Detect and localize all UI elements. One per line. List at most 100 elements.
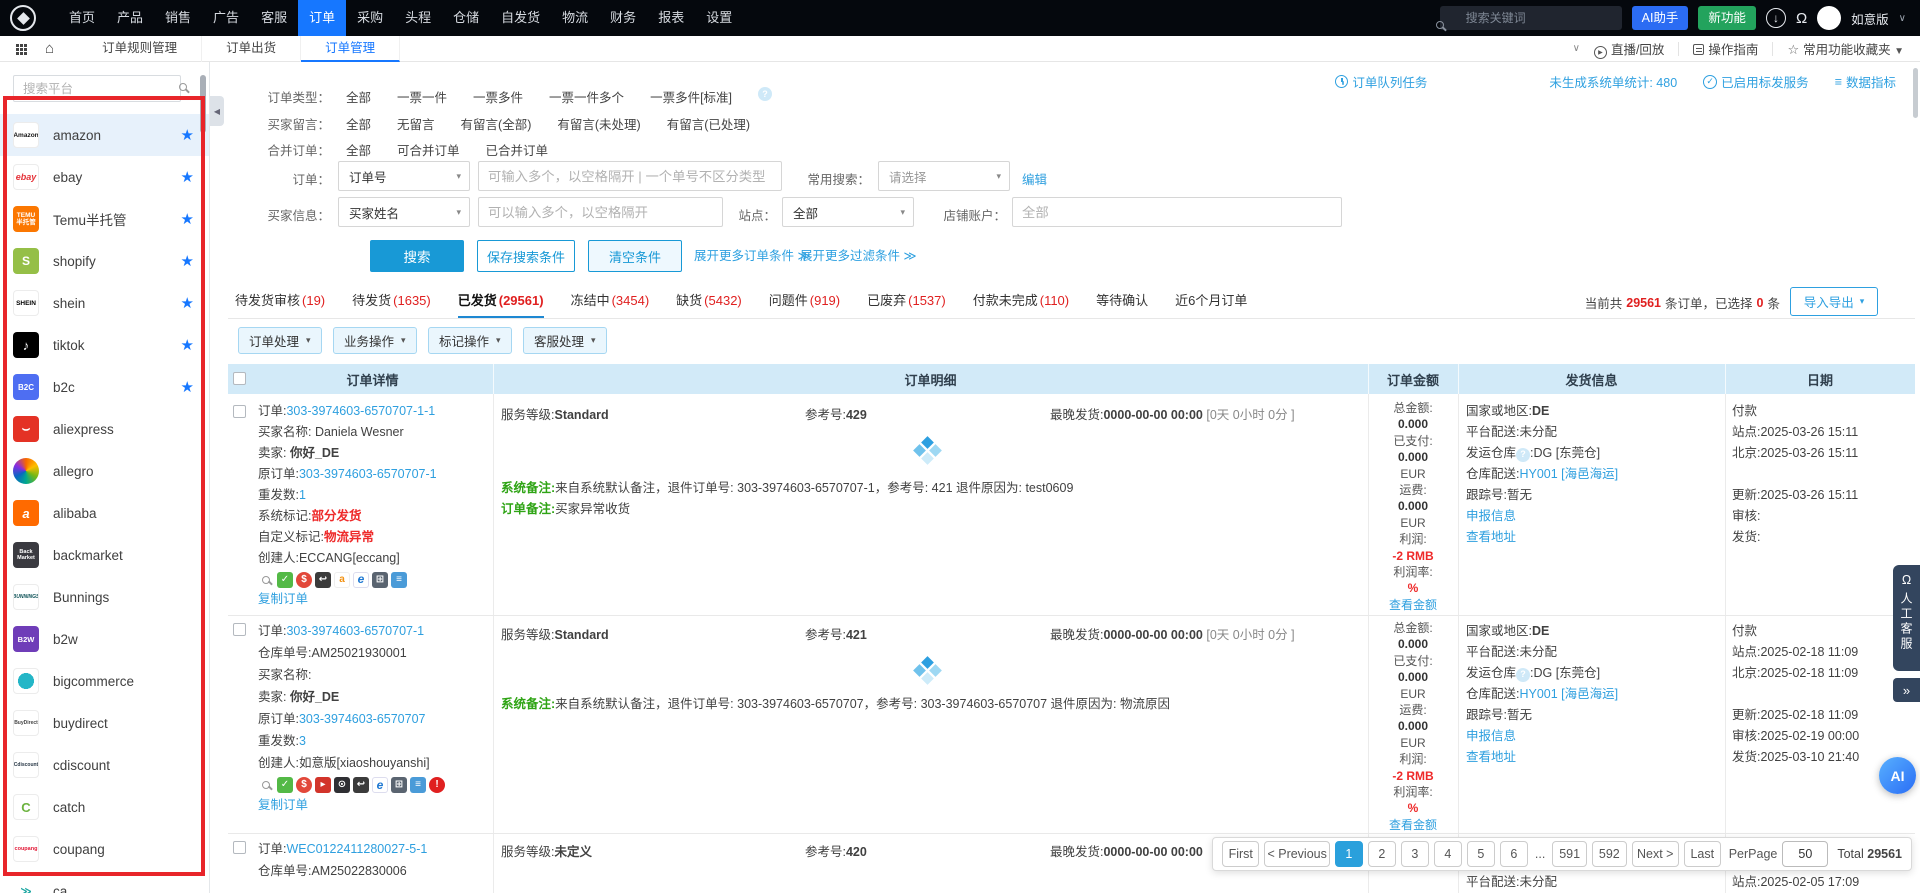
- filter-option[interactable]: 全部: [346, 140, 371, 159]
- site-select[interactable]: 全部▾: [782, 197, 914, 227]
- tab-order-shipping[interactable]: 订单出货: [202, 36, 301, 62]
- page-prev-button[interactable]: < Previous: [1264, 841, 1329, 867]
- perpage-input[interactable]: [1782, 841, 1828, 867]
- menu-item-product[interactable]: 产品: [106, 0, 154, 36]
- cart-icon[interactable]: ✓: [277, 777, 293, 793]
- view-amount-link[interactable]: 查看金额: [1389, 598, 1437, 612]
- erp-channel-icon[interactable]: e: [353, 572, 369, 588]
- edition-label[interactable]: 如意版: [1851, 9, 1889, 28]
- buyer-field-select[interactable]: 买家姓名▾: [338, 197, 470, 227]
- document-icon[interactable]: ≡: [410, 777, 426, 793]
- help-icon[interactable]: ?: [758, 87, 772, 101]
- ai-float-button[interactable]: AI: [1879, 757, 1916, 794]
- platform-item-coupang[interactable]: coupangcoupang: [0, 828, 210, 870]
- order-no-link[interactable]: WEC0122411280027-5-1: [286, 842, 427, 856]
- platform-item-b2c[interactable]: B2Cb2c★: [0, 366, 210, 408]
- menu-item-settings[interactable]: 设置: [695, 0, 743, 36]
- page-number-button[interactable]: 6: [1500, 841, 1528, 867]
- platform-item-ebay[interactable]: ebayebay★: [0, 156, 210, 198]
- import-export-button[interactable]: 导入导出▾: [1790, 287, 1878, 316]
- buyer-info-input[interactable]: [478, 197, 723, 227]
- tab-discarded[interactable]: 已废弃(1537): [867, 290, 946, 309]
- page-last-button[interactable]: Last: [1684, 841, 1721, 867]
- return-parcel-icon[interactable]: ↩: [315, 572, 331, 588]
- download-icon[interactable]: ↓: [1766, 8, 1786, 28]
- sidebar-collapse-handle[interactable]: ◀: [210, 96, 224, 126]
- platform-item-amazon[interactable]: Amazonamazon★: [0, 114, 210, 156]
- page-next-button[interactable]: Next >: [1632, 841, 1679, 867]
- menu-item-logistics[interactable]: 物流: [551, 0, 599, 36]
- sidebar-scrollbar[interactable]: [200, 75, 206, 133]
- view-address-link[interactable]: 查看地址: [1466, 530, 1516, 544]
- menu-item-selfship[interactable]: 自发货: [490, 0, 551, 36]
- app-logo[interactable]: [10, 5, 36, 31]
- declare-info-link[interactable]: 申报信息: [1466, 729, 1516, 743]
- tab-shipped[interactable]: 已发货(29561): [458, 290, 544, 309]
- platform-item-catch[interactable]: Ccatch: [0, 786, 210, 828]
- main-scrollbar[interactable]: [1913, 68, 1918, 118]
- sku-grid-icon[interactable]: ⊞: [391, 777, 407, 793]
- amazon-channel-icon[interactable]: a: [334, 572, 350, 588]
- expand-panel-button[interactable]: »: [1893, 678, 1920, 702]
- menu-item-sales[interactable]: 销售: [154, 0, 202, 36]
- menu-item-reports[interactable]: 报表: [647, 0, 695, 36]
- cart-icon[interactable]: ✓: [277, 572, 293, 588]
- platform-search-input[interactable]: [13, 75, 181, 102]
- money-bag-icon[interactable]: $: [296, 572, 312, 588]
- original-order-link[interactable]: 303-3974603-6570707: [299, 712, 426, 726]
- filter-option[interactable]: 一票一件: [397, 87, 447, 106]
- tab-frozen[interactable]: 冻结中(3454): [571, 290, 650, 309]
- page-number-button[interactable]: 5: [1467, 841, 1495, 867]
- tab-out-of-stock[interactable]: 缺货(5432): [676, 290, 742, 309]
- platform-item-buydirect[interactable]: BuyDirectbuydirect: [0, 702, 210, 744]
- menu-item-purchase[interactable]: 采购: [346, 0, 394, 36]
- filter-option[interactable]: 一票一件多个: [549, 87, 624, 106]
- platform-item-bunnings[interactable]: BUNNINGSBunnings: [0, 576, 210, 618]
- page-number-button[interactable]: 2: [1368, 841, 1396, 867]
- original-order-link[interactable]: 303-3974603-6570707-1: [299, 467, 437, 481]
- view-amount-link[interactable]: 查看金额: [1389, 818, 1437, 832]
- mark-ops-button[interactable]: 标记操作▾: [428, 327, 512, 354]
- filter-option[interactable]: 全部: [346, 87, 371, 106]
- order-no-link[interactable]: 303-3974603-6570707-1: [286, 624, 424, 638]
- label-service-link[interactable]: ✓已启用标发服务: [1703, 72, 1809, 91]
- filter-option[interactable]: 有留言(全部): [461, 114, 532, 133]
- document-icon[interactable]: ≡: [391, 572, 407, 588]
- platform-item-shein[interactable]: SHEINshein★: [0, 282, 210, 324]
- delivery-channel-link[interactable]: HY001 [海邑海运]: [1519, 467, 1618, 481]
- alert-icon[interactable]: !: [429, 777, 445, 793]
- data-metrics-link[interactable]: ≡数据指标: [1835, 72, 1896, 91]
- declare-info-link[interactable]: 申报信息: [1466, 509, 1516, 523]
- more-order-conditions-link[interactable]: 展开更多订单条件 ≫: [694, 240, 811, 272]
- tab-order-management[interactable]: 订单管理: [301, 36, 400, 62]
- page-number-button[interactable]: 1: [1335, 841, 1363, 867]
- order-queue-link[interactable]: 订单队列任务: [1335, 72, 1427, 91]
- search-button[interactable]: 搜索: [370, 240, 464, 272]
- apps-grid-icon[interactable]: [16, 44, 19, 47]
- tab-to-ship[interactable]: 待发货(1635): [352, 290, 431, 309]
- order-no-link[interactable]: 303-3974603-6570707-1-1: [286, 404, 435, 418]
- help-icon[interactable]: ?: [1516, 448, 1530, 462]
- platform-item-tiktok[interactable]: ♪tiktok★: [0, 324, 210, 366]
- customer-service-float[interactable]: Ω 人工客服: [1893, 565, 1920, 671]
- save-search-button[interactable]: 保存搜索条件: [477, 240, 575, 272]
- tab-awaiting-confirm[interactable]: 等待确认: [1096, 290, 1148, 309]
- erp-channel-icon[interactable]: e: [372, 777, 388, 793]
- money-bag-icon[interactable]: $: [296, 777, 312, 793]
- more-filter-conditions-link[interactable]: 展开更多过滤条件 ≫: [800, 240, 917, 272]
- ai-assistant-button[interactable]: AI助手: [1632, 6, 1689, 30]
- customer-service-button[interactable]: 客服处理▾: [523, 327, 607, 354]
- view-detail-icon[interactable]: [258, 777, 274, 793]
- order-no-type-select[interactable]: 订单号▾: [338, 161, 470, 191]
- platform-item-aliexpress[interactable]: ⌣aliexpress: [0, 408, 210, 450]
- platform-item-bigcommerce[interactable]: bigcommerce: [0, 660, 210, 702]
- filter-option[interactable]: 有留言(未处理): [557, 114, 640, 133]
- favorite-star-icon[interactable]: ★: [181, 126, 194, 144]
- tab-pending-review[interactable]: 待发货审核(19): [235, 290, 325, 309]
- favorite-star-icon[interactable]: ★: [181, 336, 194, 354]
- order-process-button[interactable]: 订单处理▾: [238, 327, 322, 354]
- page-number-button[interactable]: 3: [1401, 841, 1429, 867]
- platform-item-temu[interactable]: TEMU半托管Temu半托管★: [0, 198, 210, 240]
- favorite-star-icon[interactable]: ★: [181, 168, 194, 186]
- return-parcel-icon[interactable]: ↩: [353, 777, 369, 793]
